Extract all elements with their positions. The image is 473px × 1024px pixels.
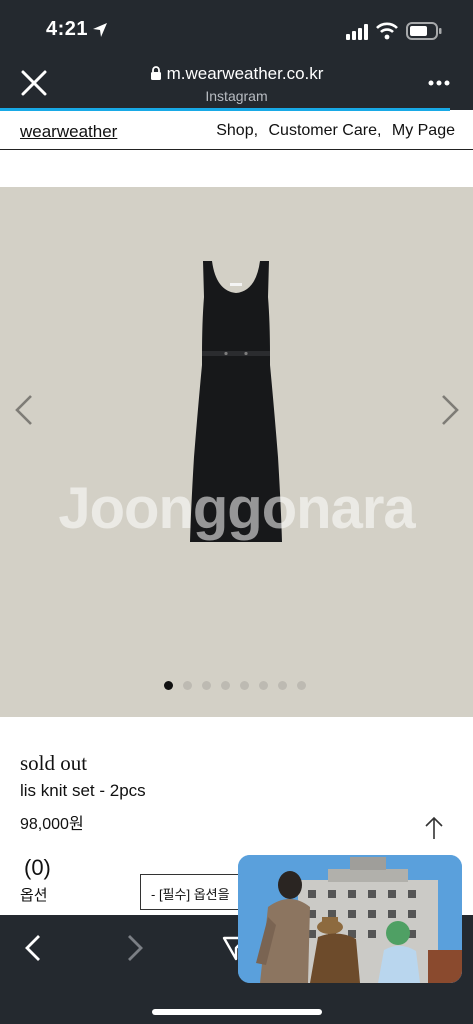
- location-arrow-icon: [93, 23, 107, 37]
- sold-out-label: sold out: [20, 751, 88, 775]
- battery-icon: [406, 22, 442, 40]
- cellular-signal-icon: [346, 24, 368, 40]
- chevron-left-icon[interactable]: [14, 394, 34, 426]
- nav-links: Shop, Customer Care, My Page: [210, 122, 455, 140]
- browser-header: m.wearweather.co.kr Instagram: [0, 62, 473, 110]
- carousel-dot[interactable]: [183, 681, 192, 690]
- chevron-right-icon[interactable]: [440, 394, 460, 426]
- home-indicator: [152, 1009, 322, 1015]
- forward-icon[interactable]: [126, 934, 144, 962]
- video-frame: [238, 855, 462, 983]
- carousel-dot[interactable]: [164, 681, 173, 690]
- watermark: Joonggonara: [58, 476, 415, 541]
- product-name: lis knit set - 2pcs: [20, 781, 146, 800]
- more-icon[interactable]: [428, 80, 450, 86]
- brand-link[interactable]: wearweather: [20, 122, 117, 142]
- wifi-icon: [376, 22, 398, 40]
- carousel-dot[interactable]: [202, 681, 211, 690]
- carousel-dot[interactable]: [221, 681, 230, 690]
- back-icon[interactable]: [24, 934, 42, 962]
- carousel-dot[interactable]: [297, 681, 306, 690]
- scroll-top-icon[interactable]: [424, 815, 444, 841]
- carousel-dot[interactable]: [240, 681, 249, 690]
- nav-link-shop[interactable]: Shop,: [216, 122, 258, 139]
- site-nav: wearweather Shop, Customer Care, My Page: [0, 111, 473, 150]
- browser-subtitle: Instagram: [205, 88, 268, 104]
- product-gallery[interactable]: Joonggonara: [0, 187, 473, 717]
- nav-link-my-page[interactable]: My Page: [392, 122, 455, 139]
- carousel-dot[interactable]: [259, 681, 268, 690]
- nav-link-customer-care[interactable]: Customer Care,: [268, 122, 381, 139]
- lock-icon: [150, 66, 161, 80]
- review-count: (0): [24, 855, 51, 880]
- status-time: 4:21: [46, 18, 89, 40]
- url-display[interactable]: m.wearweather.co.kr: [0, 64, 473, 84]
- carousel-dot[interactable]: [278, 681, 287, 690]
- status-bar: 4:21: [0, 0, 473, 62]
- option-label: 옵션: [20, 887, 48, 904]
- url-text: m.wearweather.co.kr: [166, 64, 324, 83]
- product-price: 98,000원: [20, 816, 84, 833]
- picture-in-picture-video[interactable]: [238, 855, 462, 983]
